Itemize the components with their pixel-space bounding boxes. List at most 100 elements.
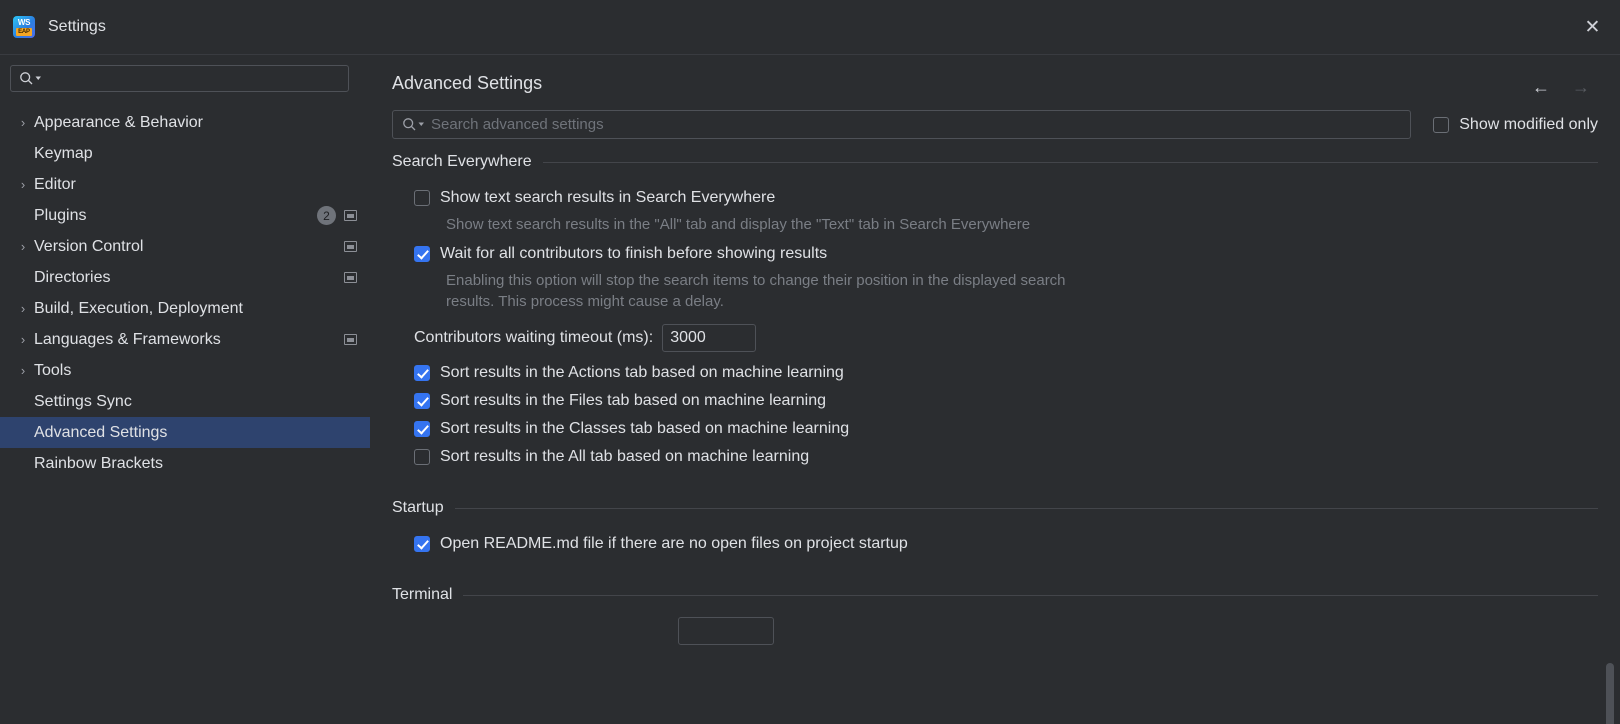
setting-option-label: Sort results in the Actions tab based on… [440,364,844,381]
setting-field-row: Contributors waiting timeout (ms): [392,317,1598,359]
settings-main-panel: Advanced Settings ← → Search advanced se… [370,55,1620,724]
section-header: Search Everywhere [392,153,1598,171]
sidebar-item-advanced-settings[interactable]: Advanced Settings [0,417,370,448]
section-divider [454,507,1598,509]
project-settings-icon [344,334,357,345]
webstorm-icon-text: WS [17,18,31,27]
section-divider [542,161,1598,163]
page-title: Advanced Settings [392,73,543,93]
setting-option-label: Wait for all contributors to finish befo… [440,245,828,262]
back-arrow-icon[interactable]: ← [1532,78,1550,96]
checkbox-box[interactable] [414,393,430,409]
section-header: Startup [392,499,1598,517]
sidebar-item-label: Settings Sync [34,392,132,410]
setting-option-description: Show text search results in the "All" ta… [446,216,1031,233]
settings-tree: › Appearance & Behavior Keymap › Editor Plugi… [0,105,370,724]
sidebar-item-editor[interactable]: › Editor [0,169,370,200]
project-settings-icon [344,272,357,283]
eap-badge: EAP [16,28,32,36]
contributors-timeout-input[interactable] [662,324,757,352]
main-header: Advanced Settings ← → [392,55,1620,96]
setting-option-label: Open README.md file if there are no open… [440,535,908,552]
sidebar-item-label: Directories [34,268,111,286]
sidebar-search-input[interactable] [46,70,340,87]
sidebar-item-settings-sync[interactable]: Settings Sync [0,386,370,417]
sidebar-item-tools[interactable]: › Tools [0,355,370,386]
title-bar: WS EAP Settings ✕ [0,0,1620,55]
chevron-right-icon[interactable]: › [12,301,34,316]
sidebar-item-languages-frameworks[interactable]: › Languages & Frameworks [0,324,370,355]
update-count-badge: 2 [317,206,336,225]
sidebar-item-label: Appearance & Behavior [34,113,203,131]
setting-option-label: Sort results in the Classes tab based on… [440,420,850,437]
sidebar-item-label: Version Control [34,237,144,255]
advanced-search-input[interactable] [431,116,1402,133]
chevron-right-icon[interactable]: › [12,332,34,347]
setting-option-label: Sort results in the Files tab based on m… [440,392,826,409]
sidebar-item-rainbow-brackets[interactable]: Rainbow Brackets [0,448,370,479]
sidebar-item-version-control[interactable]: › Version Control [0,231,370,262]
sidebar-item-label: Rainbow Brackets [34,454,163,472]
setting-option-label: Sort results in the All tab based on mac… [440,448,810,465]
sidebar-item-label: Plugins [34,206,87,224]
sidebar-item-label: Languages & Frameworks [34,330,221,348]
chevron-right-icon[interactable]: › [12,239,34,254]
search-icon [19,71,42,86]
sidebar-search-field[interactable] [10,65,349,92]
sidebar-item-label: Tools [34,361,72,379]
chevron-right-icon[interactable]: › [12,115,34,130]
setting-option-row[interactable]: Sort results in the Files tab based on m… [392,387,1598,415]
sidebar-item-plugins[interactable]: Plugins 2 [0,200,370,231]
setting-option-row[interactable]: Sort results in the Classes tab based on… [392,415,1598,443]
project-settings-icon [344,241,357,252]
checkbox-box[interactable] [414,536,430,552]
setting-option-row[interactable]: Open README.md file if there are no open… [392,530,1598,558]
chevron-down-icon [35,76,41,80]
sidebar-item-label: Advanced Settings [34,423,168,441]
setting-option-row[interactable]: Show text search results in Search Every… [392,184,1598,212]
contributors-timeout-label: Contributors waiting timeout (ms): [414,329,654,346]
checkbox-box[interactable] [414,449,430,465]
section-divider [463,594,1598,596]
chevron-down-icon [418,122,424,126]
section-title: Startup [392,499,444,516]
setting-option-row[interactable]: Sort results in the All tab based on mac… [392,443,1598,471]
scrollbar-track[interactable] [1606,333,1614,724]
webstorm-icon: WS EAP [13,16,35,38]
scrollbar-thumb[interactable] [1606,663,1614,724]
checkbox-box[interactable] [414,190,430,206]
section-title: Terminal [392,586,453,603]
nav-arrows: ← → [1532,73,1598,96]
chevron-right-icon[interactable]: › [12,177,34,192]
show-modified-only-label: Show modified only [1459,115,1598,133]
sidebar-item-keymap[interactable]: Keymap [0,138,370,169]
setting-option-row[interactable]: Wait for all contributors to finish befo… [392,240,1598,268]
forward-arrow-icon[interactable]: → [1572,78,1590,96]
chevron-right-icon[interactable]: › [12,363,34,378]
section-header: Terminal [392,586,1598,604]
checkbox-box[interactable] [414,421,430,437]
setting-option-label: Show text search results in Search Every… [440,189,776,206]
setting-option-row[interactable]: Sort results in the Actions tab based on… [392,359,1598,387]
project-settings-icon [344,210,357,221]
advanced-search-field[interactable] [392,110,1412,139]
sidebar-item-appearance-behavior[interactable]: › Appearance & Behavior [0,107,370,138]
settings-sidebar: › Appearance & Behavior Keymap › Editor Plugi… [0,55,370,724]
section-title: Search Everywhere [392,153,532,170]
checkbox-box[interactable] [414,246,430,262]
terminal-setting-field-partial[interactable] [678,617,774,645]
sidebar-item-build-execution-deployment[interactable]: › Build, Execution, Deployment [0,293,370,324]
sidebar-item-label: Keymap [34,144,93,162]
settings-window: WS EAP Settings ✕ › Appearance & Behavio… [0,0,1620,724]
advanced-search-row: Show modified only [392,110,1620,139]
close-icon[interactable]: ✕ [1565,0,1620,55]
sidebar-item-directories[interactable]: Directories [0,262,370,293]
show-modified-only-checkbox[interactable]: Show modified only [1433,116,1598,134]
search-icon [402,117,425,132]
checkbox-box[interactable] [414,365,430,381]
window-body: › Appearance & Behavior Keymap › Editor Plugi… [0,55,1620,724]
setting-option-description: Enabling this option will stop the searc… [446,272,1066,310]
checkbox-box[interactable] [1433,116,1450,133]
